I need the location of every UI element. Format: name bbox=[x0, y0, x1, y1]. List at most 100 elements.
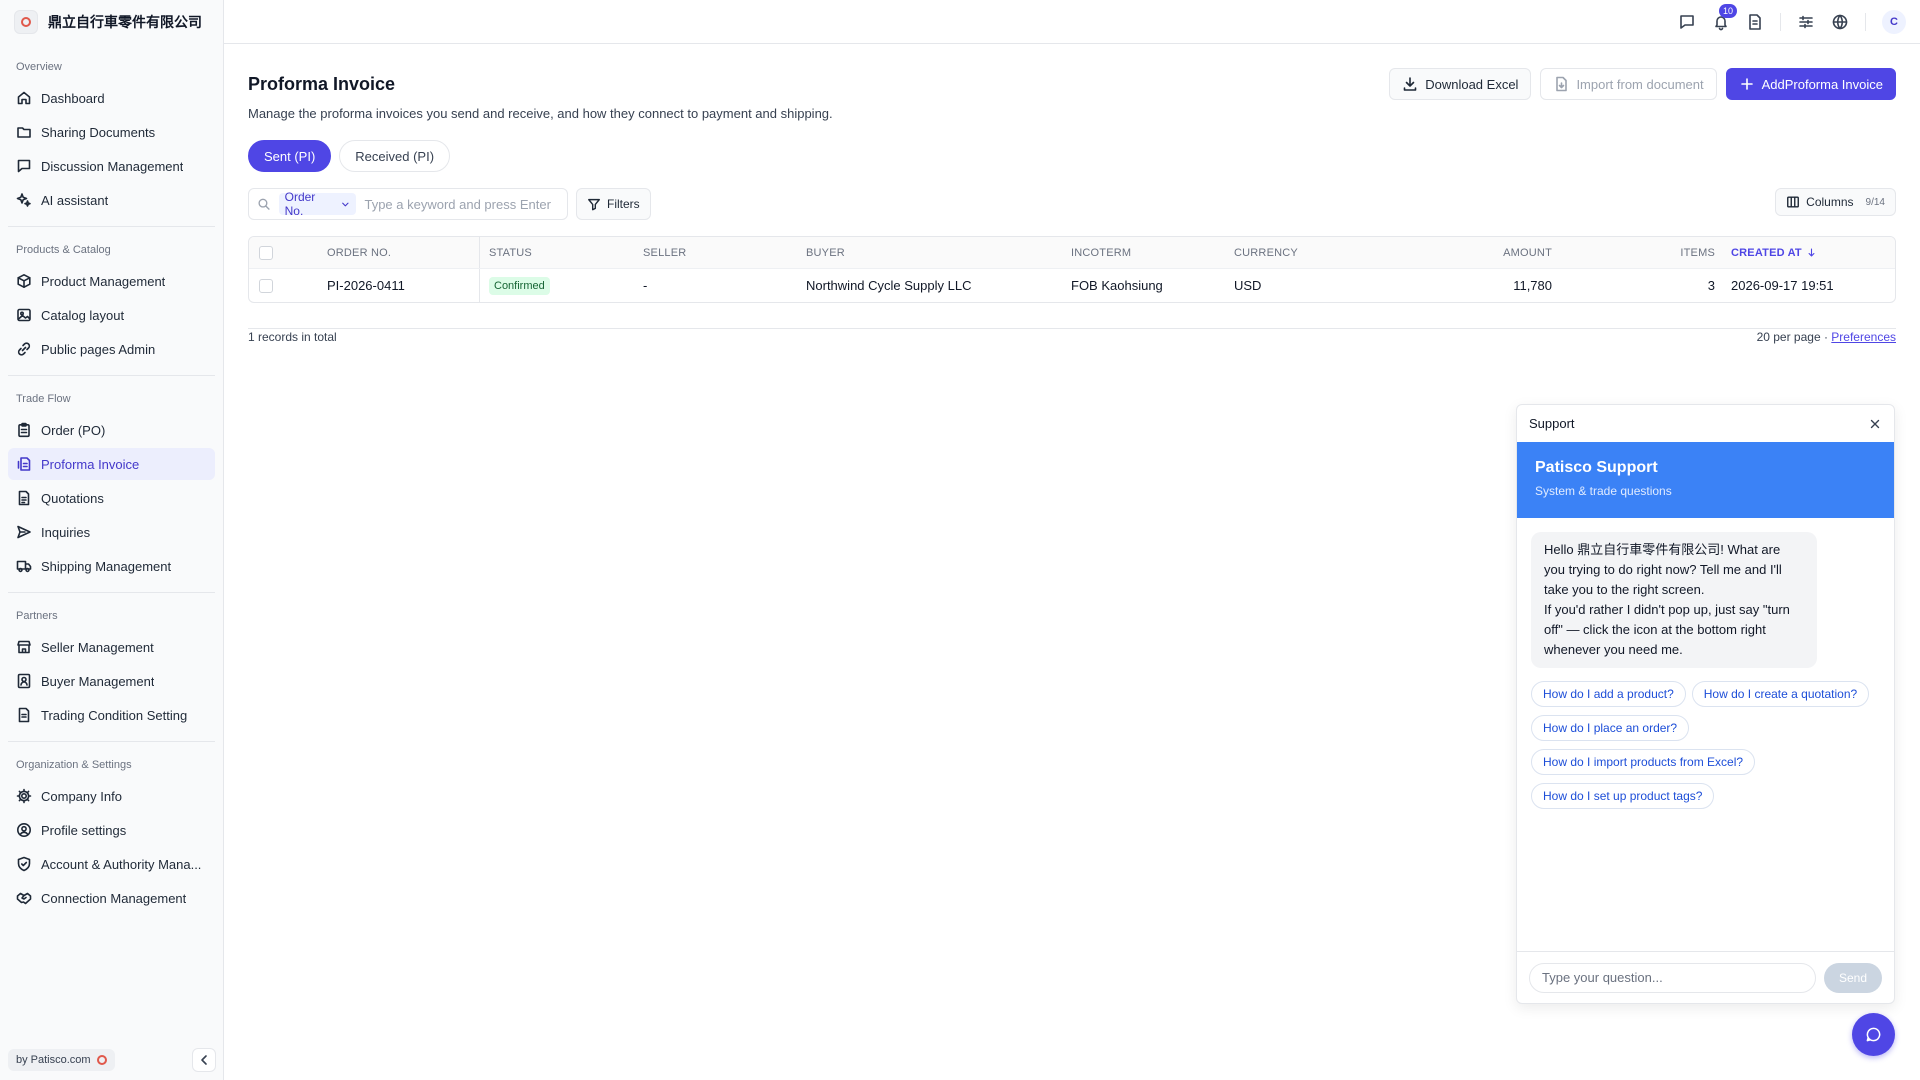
send-button[interactable]: Send bbox=[1824, 962, 1882, 993]
sidebar-item-catalog-layout[interactable]: Catalog layout bbox=[8, 299, 215, 331]
preferences-link[interactable]: Preferences bbox=[1831, 330, 1896, 344]
suggested-question-chip[interactable]: How do I place an order? bbox=[1531, 715, 1690, 741]
language-button[interactable] bbox=[1831, 13, 1849, 31]
sidebar-item-inquiries[interactable]: Inquiries bbox=[8, 516, 215, 548]
sidebar-item-buyer-management[interactable]: Buyer Management bbox=[8, 665, 215, 697]
nav-separator bbox=[8, 375, 215, 376]
sidebar-item-ai-assistant[interactable]: AI assistant bbox=[8, 184, 215, 216]
download-excel-button[interactable]: Download Excel bbox=[1389, 68, 1532, 100]
suggested-question-chip[interactable]: How do I add a product? bbox=[1531, 681, 1686, 707]
column-header-created-at[interactable]: CREATED AT bbox=[1715, 247, 1891, 259]
seller-cell: - bbox=[643, 278, 648, 293]
sidebar-item-dashboard[interactable]: Dashboard bbox=[8, 82, 215, 114]
table-row[interactable]: PI-2026-0411 Confirmed - Northwind Cycle… bbox=[249, 269, 1895, 302]
column-header-incoterm[interactable]: INCOTERM bbox=[1071, 247, 1234, 259]
close-support-button[interactable] bbox=[1868, 417, 1882, 431]
sidebar-item-sharing-documents[interactable]: Sharing Documents bbox=[8, 116, 215, 148]
sidebar-item-discussion-management[interactable]: Discussion Management bbox=[8, 150, 215, 182]
download-excel-label: Download Excel bbox=[1425, 76, 1519, 92]
store-icon bbox=[17, 640, 31, 654]
sidebar-item-label: Dashboard bbox=[41, 90, 105, 106]
sidebar-item-label: Seller Management bbox=[41, 639, 154, 655]
column-header-amount[interactable]: AMOUNT bbox=[1397, 247, 1552, 259]
notifications-button[interactable]: 10 bbox=[1712, 4, 1737, 31]
sidebar-item-public-pages-admin[interactable]: Public pages Admin bbox=[8, 333, 215, 365]
search-field-label: Order No. bbox=[284, 190, 316, 218]
sidebar-item-label: Quotations bbox=[41, 490, 104, 506]
file-text-icon bbox=[18, 490, 30, 506]
order-no-cell[interactable]: PI-2026-0411 bbox=[327, 269, 480, 302]
table-toolbar: Order No. Filters Columns 9/14 bbox=[248, 188, 1896, 220]
messages-button[interactable] bbox=[1678, 13, 1696, 31]
select-all-checkbox[interactable] bbox=[259, 245, 273, 260]
sidebar-item-connection-management[interactable]: Connection Management bbox=[8, 882, 215, 914]
items-cell: 3 bbox=[1707, 278, 1715, 293]
image-icon bbox=[17, 308, 31, 322]
link-icon bbox=[17, 342, 31, 356]
column-header-seller[interactable]: SELLER bbox=[643, 247, 806, 259]
tab-received-pi[interactable]: Received (PI) bbox=[339, 140, 451, 172]
columns-label: Columns bbox=[1806, 195, 1854, 209]
chat-icon bbox=[1680, 15, 1694, 29]
support-hero-title: Patisco Support bbox=[1535, 459, 1658, 476]
topbar-divider bbox=[1780, 13, 1781, 31]
company-name: 鼎立自行車零件有限公司 bbox=[48, 14, 202, 30]
per-page-label[interactable]: 20 per page bbox=[1757, 330, 1821, 344]
suggested-question-chip[interactable]: How do I set up product tags? bbox=[1531, 783, 1715, 809]
add-proforma-invoice-button[interactable]: AddProforma Invoice bbox=[1725, 68, 1896, 100]
collapse-sidebar-button[interactable] bbox=[192, 1048, 216, 1072]
user-avatar[interactable]: C bbox=[1882, 10, 1906, 34]
suggested-question-chip[interactable]: How do I create a quotation? bbox=[1691, 681, 1870, 707]
filters-button[interactable]: Filters bbox=[576, 188, 651, 220]
search-input[interactable] bbox=[364, 196, 560, 212]
nav-group-title: Overview bbox=[16, 61, 62, 73]
sidebar-item-trading-condition-setting[interactable]: Trading Condition Setting bbox=[8, 699, 215, 731]
chevron-down-icon bbox=[341, 202, 349, 206]
columns-button[interactable]: Columns 9/14 bbox=[1775, 188, 1896, 216]
close-icon bbox=[1870, 419, 1880, 428]
globe-icon bbox=[1832, 14, 1848, 30]
settings-sliders-button[interactable] bbox=[1797, 13, 1815, 31]
import-from-document-button[interactable]: Import from document bbox=[1540, 68, 1717, 100]
nav-group-title: Trade Flow bbox=[16, 393, 71, 405]
support-hero: Patisco Support System & trade questions bbox=[1517, 442, 1894, 518]
column-header-currency[interactable]: CURRENCY bbox=[1234, 247, 1397, 259]
sidebar-item-order-po[interactable]: Order (PO) bbox=[8, 414, 215, 446]
column-header-buyer[interactable]: BUYER bbox=[806, 247, 1071, 259]
column-header-items[interactable]: ITEMS bbox=[1552, 247, 1715, 259]
sidebar-item-profile-settings[interactable]: Profile settings bbox=[8, 814, 215, 846]
sidebar-footer: by Patisco.com bbox=[8, 1048, 216, 1072]
invoice-icon bbox=[17, 457, 31, 471]
plus-icon bbox=[1740, 78, 1753, 90]
sidebar-item-seller-management[interactable]: Seller Management bbox=[8, 631, 215, 663]
nav-group-title: Organization & Settings bbox=[16, 759, 132, 771]
user-circle-icon bbox=[17, 823, 31, 837]
search-field-select[interactable]: Order No. bbox=[278, 190, 357, 218]
sidebar-item-product-management[interactable]: Product Management bbox=[8, 265, 215, 297]
sidebar-item-quotations[interactable]: Quotations bbox=[8, 482, 215, 514]
sidebar-item-shipping-management[interactable]: Shipping Management bbox=[8, 550, 215, 582]
row-checkbox[interactable] bbox=[259, 278, 273, 293]
support-chat-toggle-button[interactable] bbox=[1852, 1013, 1895, 1056]
column-header-order-no[interactable]: ORDER NO. bbox=[327, 237, 480, 268]
suggested-question-chip[interactable]: How do I import products from Excel? bbox=[1531, 749, 1756, 775]
sidebar-item-label: Proforma Invoice bbox=[41, 456, 140, 472]
suggested-questions: How do I add a product? How do I create a… bbox=[1531, 681, 1883, 809]
company-logo bbox=[14, 10, 38, 34]
buyer-cell: Northwind Cycle Supply LLC bbox=[806, 278, 972, 293]
support-question-input[interactable] bbox=[1529, 962, 1816, 993]
brand[interactable]: 鼎立自行車零件有限公司 bbox=[0, 0, 223, 44]
sparkles-icon bbox=[16, 193, 31, 207]
sidebar-item-company-info[interactable]: Company Info bbox=[8, 780, 215, 812]
documents-button[interactable] bbox=[1746, 13, 1764, 31]
sidebar-item-label: Company Info bbox=[41, 788, 122, 804]
sidebar: 鼎立自行車零件有限公司 Overview Dashboard Sharing Doc… bbox=[0, 0, 224, 1080]
sidebar-item-account-authority-mana[interactable]: Account & Authority Mana... bbox=[8, 848, 215, 880]
sidebar-item-proforma-invoice[interactable]: Proforma Invoice bbox=[8, 448, 215, 480]
powered-by-badge[interactable]: by Patisco.com bbox=[8, 1049, 115, 1071]
support-panel-title: Support bbox=[1529, 416, 1575, 431]
tab-sent-pi[interactable]: Sent (PI) bbox=[248, 140, 332, 172]
column-header-status[interactable]: STATUS bbox=[480, 247, 643, 259]
support-panel-header: Support bbox=[1517, 405, 1894, 442]
sort-descending-icon bbox=[1808, 248, 1815, 257]
